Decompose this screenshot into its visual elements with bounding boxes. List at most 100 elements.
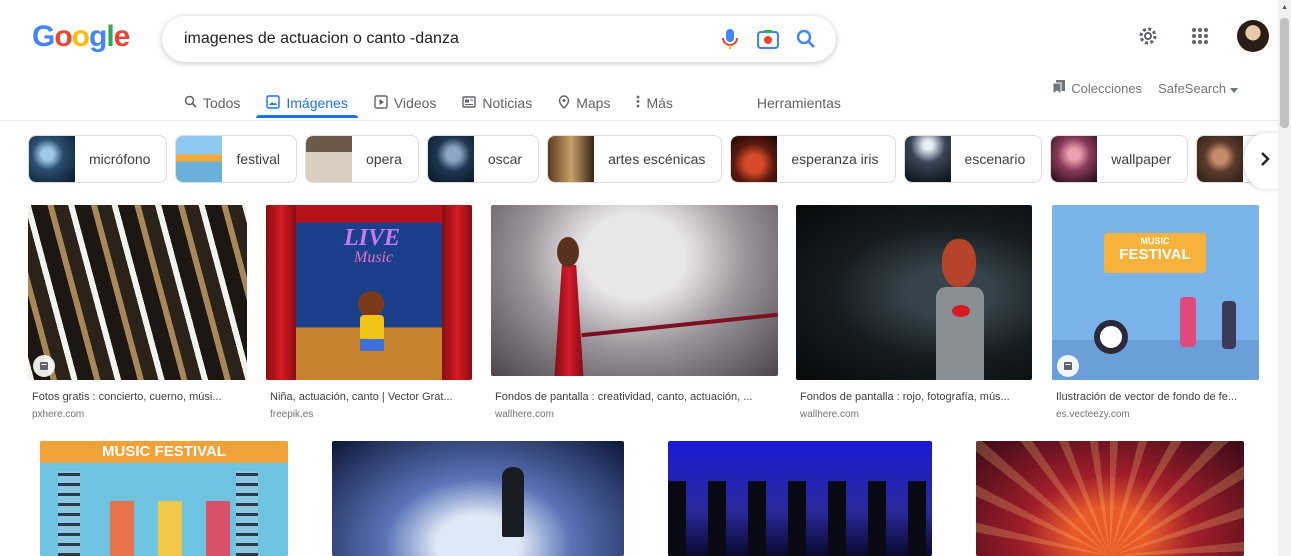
chip-label: oscar xyxy=(487,151,523,167)
image-result[interactable] xyxy=(320,441,636,556)
result-source[interactable]: pxhere.com xyxy=(32,409,84,420)
chip-thumbnail xyxy=(306,136,353,182)
chip-thumbnail xyxy=(29,136,75,182)
logo-letter: l xyxy=(106,20,114,53)
logo-letter: g xyxy=(89,20,107,53)
result-title[interactable]: Fondos de pantalla : rojo, fotografía, m… xyxy=(800,391,1032,403)
search-icon xyxy=(184,95,197,111)
chip-label: festival xyxy=(236,151,281,167)
result-title[interactable]: Fotos gratis : concierto, cuerno, músi..… xyxy=(32,391,247,403)
music-sign: Music xyxy=(354,249,394,266)
video-icon xyxy=(374,94,388,112)
tab-noticias[interactable]: Noticias xyxy=(462,82,542,118)
scroll-up-arrow-icon[interactable]: ▲ xyxy=(1281,4,1288,11)
news-icon xyxy=(462,95,477,112)
search-box[interactable] xyxy=(162,16,836,62)
result-image-music-festival: MUSIC FESTIVAL xyxy=(1052,205,1259,380)
tab-label: Herramientas xyxy=(756,95,841,111)
microphone-icon[interactable] xyxy=(718,27,742,51)
chip-microfono[interactable]: micrófono xyxy=(28,135,168,183)
result-image-silhouettes xyxy=(668,441,932,556)
singer-shirt xyxy=(936,287,984,380)
search-icon[interactable] xyxy=(794,27,818,51)
logo-letter: e xyxy=(113,20,131,53)
image-result[interactable]: Fondos de pantalla : creatividad, canto,… xyxy=(491,205,778,425)
performer-silhouette xyxy=(502,467,524,537)
image-result[interactable]: LIVE Music Niña, actuación, canto | Vect… xyxy=(266,205,472,425)
safesearch-menu[interactable]: SafeSearch xyxy=(1158,81,1238,96)
result-image-live-music: LIVE Music xyxy=(266,205,472,380)
settings-gear-icon[interactable] xyxy=(1133,21,1163,51)
image-result[interactable]: Fondos de pantalla : rojo, fotografía, m… xyxy=(796,205,1032,425)
chip-oscar[interactable]: oscar xyxy=(426,135,540,183)
drum-kit xyxy=(1094,320,1128,354)
result-image-music-festival-2: MUSIC FESTIVAL xyxy=(40,441,288,556)
result-source[interactable]: freepik.es xyxy=(270,409,313,420)
related-chips: micrófono festival opera oscar artes esc… xyxy=(28,135,1289,183)
chip-thumbnail xyxy=(427,136,474,182)
google-logo[interactable]: Google xyxy=(32,20,131,54)
curtain-right xyxy=(442,205,472,380)
page-scrollbar[interactable]: ▲ xyxy=(1278,0,1291,556)
tab-todos[interactable]: Todos xyxy=(184,82,250,118)
scrollbar-thumb[interactable] xyxy=(1280,18,1289,128)
chip-label: artes escénicas xyxy=(608,151,706,167)
image-result[interactable]: Fotos gratis : concierto, cuerno, músi..… xyxy=(28,205,247,425)
banner-text-festival: FESTIVAL xyxy=(1119,246,1191,263)
curtain-left xyxy=(266,205,296,380)
result-title[interactable]: Niña, actuación, canto | Vector Grat... xyxy=(270,391,472,403)
result-image-orchestra xyxy=(28,205,247,380)
festival-title-bar: MUSIC FESTIVAL xyxy=(40,441,288,463)
result-title[interactable]: Ilustración de vector de fondo de fe... xyxy=(1056,391,1259,403)
guitarist xyxy=(1180,297,1196,347)
tab-herramientas[interactable]: Herramientas xyxy=(757,82,851,118)
chip-esperanza-iris[interactable]: esperanza iris xyxy=(730,135,896,183)
chip-opera[interactable]: opera xyxy=(305,135,419,183)
search-type-tabs: Todos Imágenes Videos Noticias Maps Más … xyxy=(184,82,867,118)
girl-skirt xyxy=(360,339,384,351)
tab-videos[interactable]: Videos xyxy=(374,82,447,118)
image-result[interactable]: MUSIC FESTIVAL Ilustración de vector de … xyxy=(1052,205,1259,425)
image-result[interactable] xyxy=(656,441,944,556)
chip-artes-escenicas[interactable]: artes escénicas xyxy=(547,135,723,183)
logo-letter: G xyxy=(32,20,55,53)
group-silhouettes xyxy=(668,481,932,556)
result-image-singer xyxy=(796,205,1032,380)
user-avatar[interactable] xyxy=(1237,20,1269,52)
woman-head xyxy=(557,237,579,267)
header-divider xyxy=(0,120,1278,121)
search-input[interactable] xyxy=(184,30,704,48)
chip-escenario[interactable]: escenario xyxy=(903,135,1043,183)
tab-label: Noticias xyxy=(482,95,533,111)
result-image-concert-stage xyxy=(976,441,1244,556)
chip-label: micrófono xyxy=(89,151,151,167)
chip-thumbnail xyxy=(731,136,778,182)
camera-lens-icon[interactable] xyxy=(756,27,780,51)
result-source[interactable]: wallhere.com xyxy=(495,409,554,420)
result-source[interactable]: wallhere.com xyxy=(800,409,859,420)
tab-imagenes[interactable]: Imágenes xyxy=(256,82,359,118)
image-result[interactable]: MUSIC FESTIVAL xyxy=(28,441,300,556)
safesearch-label: SafeSearch xyxy=(1158,81,1226,96)
result-title[interactable]: Fondos de pantalla : creatividad, canto,… xyxy=(495,391,778,403)
result-image-red-dress xyxy=(491,205,778,376)
tab-maps[interactable]: Maps xyxy=(558,82,620,118)
collections-link[interactable]: Colecciones xyxy=(1052,80,1143,97)
result-source[interactable]: es.vecteezy.com xyxy=(1056,409,1130,420)
chip-thumbnail xyxy=(176,136,223,182)
banner-text-music: MUSIC xyxy=(1140,236,1170,246)
shirt-lips-print xyxy=(952,305,970,317)
chip-thumbnail xyxy=(548,136,595,182)
band-members xyxy=(110,501,230,556)
chip-label: escenario xyxy=(964,151,1026,167)
chip-wallpaper[interactable]: wallpaper xyxy=(1050,135,1189,183)
stage-lights xyxy=(976,441,1244,556)
map-pin-icon xyxy=(558,94,570,112)
chip-festival[interactable]: festival xyxy=(175,135,298,183)
apps-grid-icon[interactable] xyxy=(1185,21,1215,51)
collections-label: Colecciones xyxy=(1071,81,1143,96)
rope-barrier xyxy=(581,312,778,338)
tab-mas[interactable]: Más xyxy=(636,82,682,118)
image-result[interactable] xyxy=(964,441,1258,556)
tab-label: Todos xyxy=(203,95,241,111)
